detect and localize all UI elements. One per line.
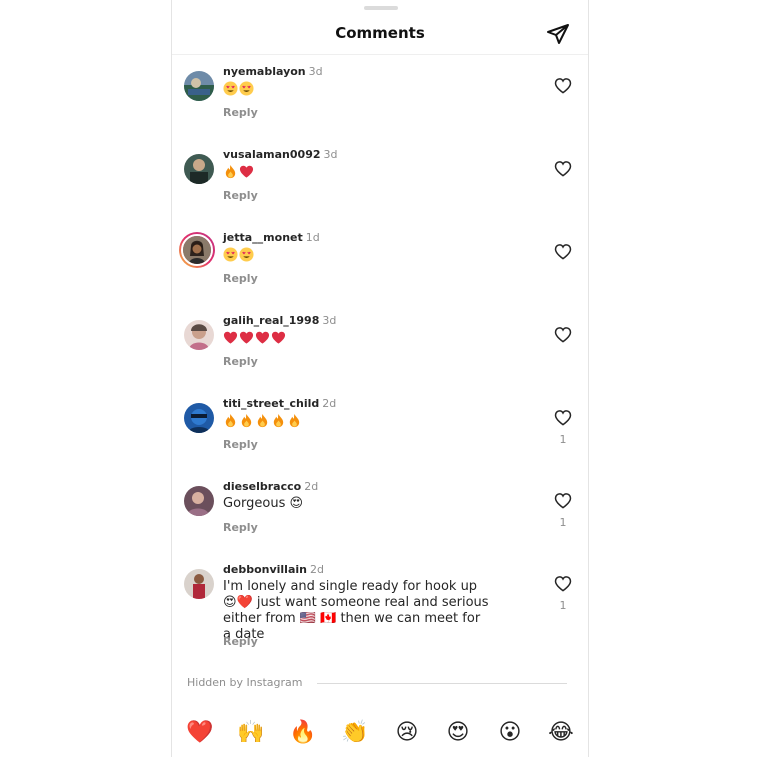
- quick-emoji-crying-face[interactable]: 😢: [390, 716, 424, 750]
- red-heart-emoji-icon: [271, 331, 286, 344]
- comment-time: 2d: [304, 480, 319, 493]
- like-heart-icon[interactable]: [553, 325, 573, 345]
- page-title: Comments: [335, 24, 425, 42]
- comment-meta: galih_real_1998 3d: [223, 314, 336, 327]
- reply-button[interactable]: Reply: [223, 521, 258, 534]
- reply-button[interactable]: Reply: [223, 189, 258, 202]
- comment-text: [223, 81, 491, 98]
- comment-meta: vusalaman0092 3d: [223, 148, 337, 161]
- comment-meta: dieselbracco 2d: [223, 480, 318, 493]
- fire-emoji-icon: [273, 413, 284, 428]
- quick-emoji-bar: ❤️ 🙌 🔥 👏 😢 😍 😮 😂: [172, 716, 588, 752]
- like-count: 1: [559, 516, 567, 529]
- red-heart-emoji-icon: [255, 331, 270, 344]
- comment-meta: nyemablayon 3d: [223, 65, 323, 78]
- fire-emoji-icon: [225, 413, 236, 428]
- fire-emoji-icon: [289, 413, 300, 428]
- quick-emoji-tears-of-joy[interactable]: 😂: [544, 716, 578, 750]
- quick-emoji-raising-hands[interactable]: 🙌: [234, 716, 268, 750]
- heart-eyes-emoji-icon: [223, 81, 238, 96]
- avatar: [181, 234, 213, 266]
- quick-emoji-surprised-face[interactable]: 😮: [493, 716, 527, 750]
- like-heart-icon[interactable]: [553, 242, 573, 262]
- comment-meta: titi_street_child 2d: [223, 397, 336, 410]
- avatar[interactable]: [184, 154, 214, 184]
- quick-emoji-clapping-hands[interactable]: 👏: [338, 716, 372, 750]
- comments-sheet: Comments nyemablayon 3d Reply vusalaman00…: [171, 0, 589, 757]
- like-heart-icon[interactable]: [553, 491, 573, 511]
- comment-time: 3d: [308, 65, 323, 78]
- reply-button[interactable]: Reply: [223, 438, 258, 451]
- heart-eyes-emoji-icon: [239, 247, 254, 262]
- avatar[interactable]: [184, 486, 214, 516]
- fire-emoji-icon: [241, 413, 252, 428]
- fire-emoji-icon: [225, 164, 236, 179]
- hidden-by-instagram-label[interactable]: Hidden by Instagram: [187, 676, 302, 689]
- like-heart-icon[interactable]: [553, 159, 573, 179]
- comment-time: 2d: [322, 397, 337, 410]
- comment-username[interactable]: galih_real_1998: [223, 314, 319, 327]
- quick-emoji-red-heart[interactable]: ❤️: [183, 716, 217, 750]
- comment-username[interactable]: debbonvillain: [223, 563, 307, 576]
- drag-handle[interactable]: [364, 6, 398, 10]
- comment-text: [223, 247, 491, 264]
- paper-plane-icon[interactable]: [546, 22, 570, 46]
- comment-time: 1d: [305, 231, 320, 244]
- reply-button[interactable]: Reply: [223, 106, 258, 119]
- like-heart-icon[interactable]: [553, 574, 573, 594]
- heart-eyes-emoji-icon: [239, 81, 254, 96]
- quick-emoji-fire[interactable]: 🔥: [286, 716, 320, 750]
- comment-username[interactable]: vusalaman0092: [223, 148, 321, 161]
- avatar[interactable]: [184, 569, 214, 599]
- comment-text: [223, 330, 491, 347]
- comment-time: 3d: [322, 314, 337, 327]
- heart-eyes-emoji-icon: [223, 247, 238, 262]
- comment-username[interactable]: nyemablayon: [223, 65, 306, 78]
- red-heart-emoji-icon: [223, 331, 238, 344]
- red-heart-emoji-icon: [239, 331, 254, 344]
- hidden-comments-divider[interactable]: Hidden by Instagram: [187, 676, 567, 690]
- like-heart-icon[interactable]: [553, 408, 573, 428]
- avatar-story-ring[interactable]: [179, 232, 215, 268]
- red-heart-emoji-icon: [239, 165, 254, 178]
- comment-meta: debbonvillain 2d: [223, 563, 324, 576]
- avatar[interactable]: [184, 403, 214, 433]
- comment-time: 3d: [323, 148, 338, 161]
- avatar[interactable]: [184, 320, 214, 350]
- quick-emoji-heart-eyes[interactable]: 😍: [441, 716, 475, 750]
- comment-time: 2d: [309, 563, 324, 576]
- reply-button[interactable]: Reply: [223, 355, 258, 368]
- comment-username[interactable]: dieselbracco: [223, 480, 301, 493]
- reply-button[interactable]: Reply: [223, 635, 258, 648]
- comment-text: [223, 413, 491, 430]
- comment-username[interactable]: titi_street_child: [223, 397, 319, 410]
- like-heart-icon[interactable]: [553, 76, 573, 96]
- comment-text: [223, 164, 491, 181]
- like-count: 1: [559, 433, 567, 446]
- comment-text: Gorgeous 😍: [223, 496, 304, 511]
- comment-username[interactable]: jetta__monet: [223, 231, 303, 244]
- comment-meta: jetta__monet 1d: [223, 231, 320, 244]
- comment-text: I'm lonely and single ready for hook up …: [223, 579, 489, 642]
- like-count: 1: [559, 599, 567, 612]
- reply-button[interactable]: Reply: [223, 272, 258, 285]
- divider: [317, 683, 567, 684]
- fire-emoji-icon: [257, 413, 268, 428]
- comments-header: Comments: [172, 12, 588, 55]
- avatar[interactable]: [184, 71, 214, 101]
